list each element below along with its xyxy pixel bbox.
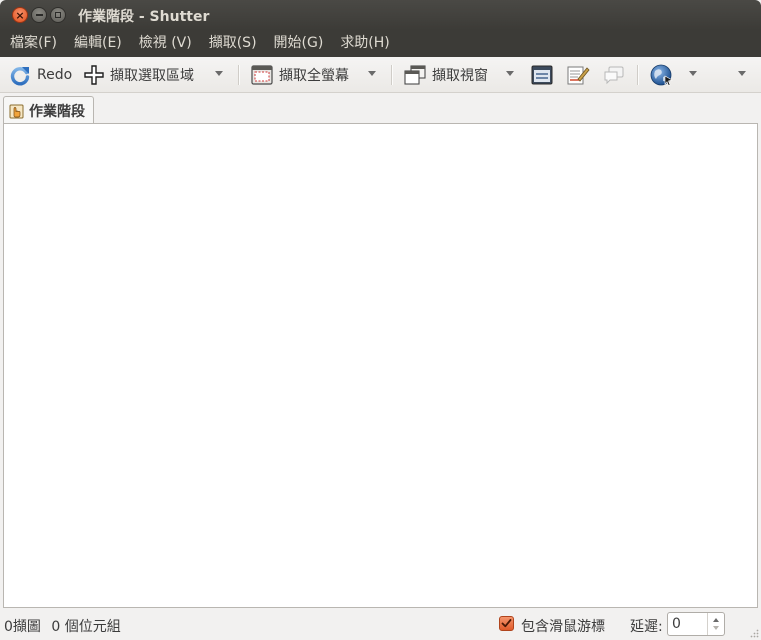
- window-capture-icon: [404, 65, 426, 85]
- capture-window-dropdown-arrow[interactable]: [506, 71, 514, 76]
- redo-button[interactable]: Redo: [9, 61, 72, 89]
- close-window-button[interactable]: ×: [12, 7, 28, 23]
- menu-capture-icon: [531, 65, 553, 85]
- menu-file[interactable]: 檔案(F): [0, 30, 64, 57]
- capture-tooltip-button[interactable]: [603, 61, 625, 89]
- capture-web-dropdown-arrow[interactable]: [689, 71, 697, 76]
- tab-session-label: 作業階段: [29, 103, 85, 120]
- tab-strip: 作業階段: [0, 93, 761, 124]
- menu-edit[interactable]: 編輯(E): [64, 30, 129, 57]
- capture-fullscreen-label: 擷取全螢幕: [279, 68, 349, 84]
- minimize-window-button[interactable]: [31, 7, 47, 23]
- session-tab-icon: [9, 104, 24, 118]
- menu-bar: 檔案(F) 編輯(E) 檢視 (V) 擷取(S) 開始(G) 求助(H): [0, 30, 761, 57]
- title-bar: × 作業階段 - Shutter: [0, 0, 761, 30]
- toolbar: Redo 擷取選取區域 擷取全螢幕 擷取視窗: [0, 57, 761, 93]
- capture-window-button[interactable]: 擷取視窗: [404, 61, 488, 89]
- maximize-icon: [55, 12, 61, 18]
- capture-web-button[interactable]: [650, 61, 674, 89]
- capture-fullscreen-dropdown-arrow[interactable]: [368, 71, 376, 76]
- tab-session[interactable]: 作業階段: [3, 96, 94, 124]
- shutter-window: × 作業階段 - Shutter 檔案(F) 編輯(E) 檢視 (V) 擷取(S…: [0, 0, 761, 640]
- maximize-window-button[interactable]: [50, 7, 66, 23]
- status-summary: 0擷圖 0 個位元組: [4, 616, 121, 636]
- decrement-arrow-icon[interactable]: [713, 626, 719, 630]
- toolbar-separator: [391, 65, 393, 85]
- delay-label: 延遲:: [630, 619, 663, 635]
- globe-icon: [650, 64, 673, 86]
- session-content-area[interactable]: [3, 123, 758, 608]
- delay-stepper: [707, 613, 724, 635]
- capture-window-label: 擷取視窗: [432, 68, 488, 84]
- capture-fullscreen-button[interactable]: 擷取全螢幕: [251, 61, 349, 89]
- total-size: 0 個位元組: [51, 619, 121, 635]
- edit-button[interactable]: [566, 61, 590, 89]
- window-title: 作業階段 - Shutter: [78, 9, 210, 25]
- include-cursor-checkbox[interactable]: [499, 616, 514, 631]
- status-bar: 0擷圖 0 個位元組 包含滑鼠游標 延遲:: [0, 608, 761, 640]
- delay-spinbutton[interactable]: [667, 612, 725, 636]
- menu-view[interactable]: 檢視 (V): [129, 30, 199, 57]
- include-cursor-label[interactable]: 包含滑鼠游標: [521, 616, 605, 636]
- capture-selection-dropdown-arrow[interactable]: [215, 71, 223, 76]
- toolbar-separator: [637, 65, 639, 85]
- menu-capture[interactable]: 擷取(S): [199, 30, 264, 57]
- tooltip-capture-icon: [604, 66, 624, 85]
- fullscreen-capture-icon: [251, 65, 273, 85]
- toolbar-overflow-arrow[interactable]: [738, 71, 746, 76]
- edit-icon: [567, 66, 590, 85]
- resize-grip-icon[interactable]: [749, 628, 759, 638]
- increment-arrow-icon[interactable]: [713, 618, 719, 622]
- delay-input[interactable]: [672, 616, 702, 632]
- screenshot-count: 0擷圖: [4, 619, 41, 635]
- minimize-icon: [35, 14, 43, 16]
- menu-help[interactable]: 求助(H): [330, 30, 396, 57]
- crosshair-icon: [84, 65, 104, 85]
- checkmark-icon: [501, 619, 512, 628]
- redo-label: Redo: [37, 67, 73, 83]
- menu-go[interactable]: 開始(G): [264, 30, 331, 57]
- close-icon: ×: [15, 8, 25, 22]
- capture-selection-button[interactable]: 擷取選取區域: [84, 61, 194, 89]
- capture-menu-button[interactable]: [531, 61, 553, 89]
- redo-arrow-icon: [10, 67, 30, 86]
- capture-selection-label: 擷取選取區域: [110, 68, 194, 84]
- toolbar-separator: [238, 65, 240, 85]
